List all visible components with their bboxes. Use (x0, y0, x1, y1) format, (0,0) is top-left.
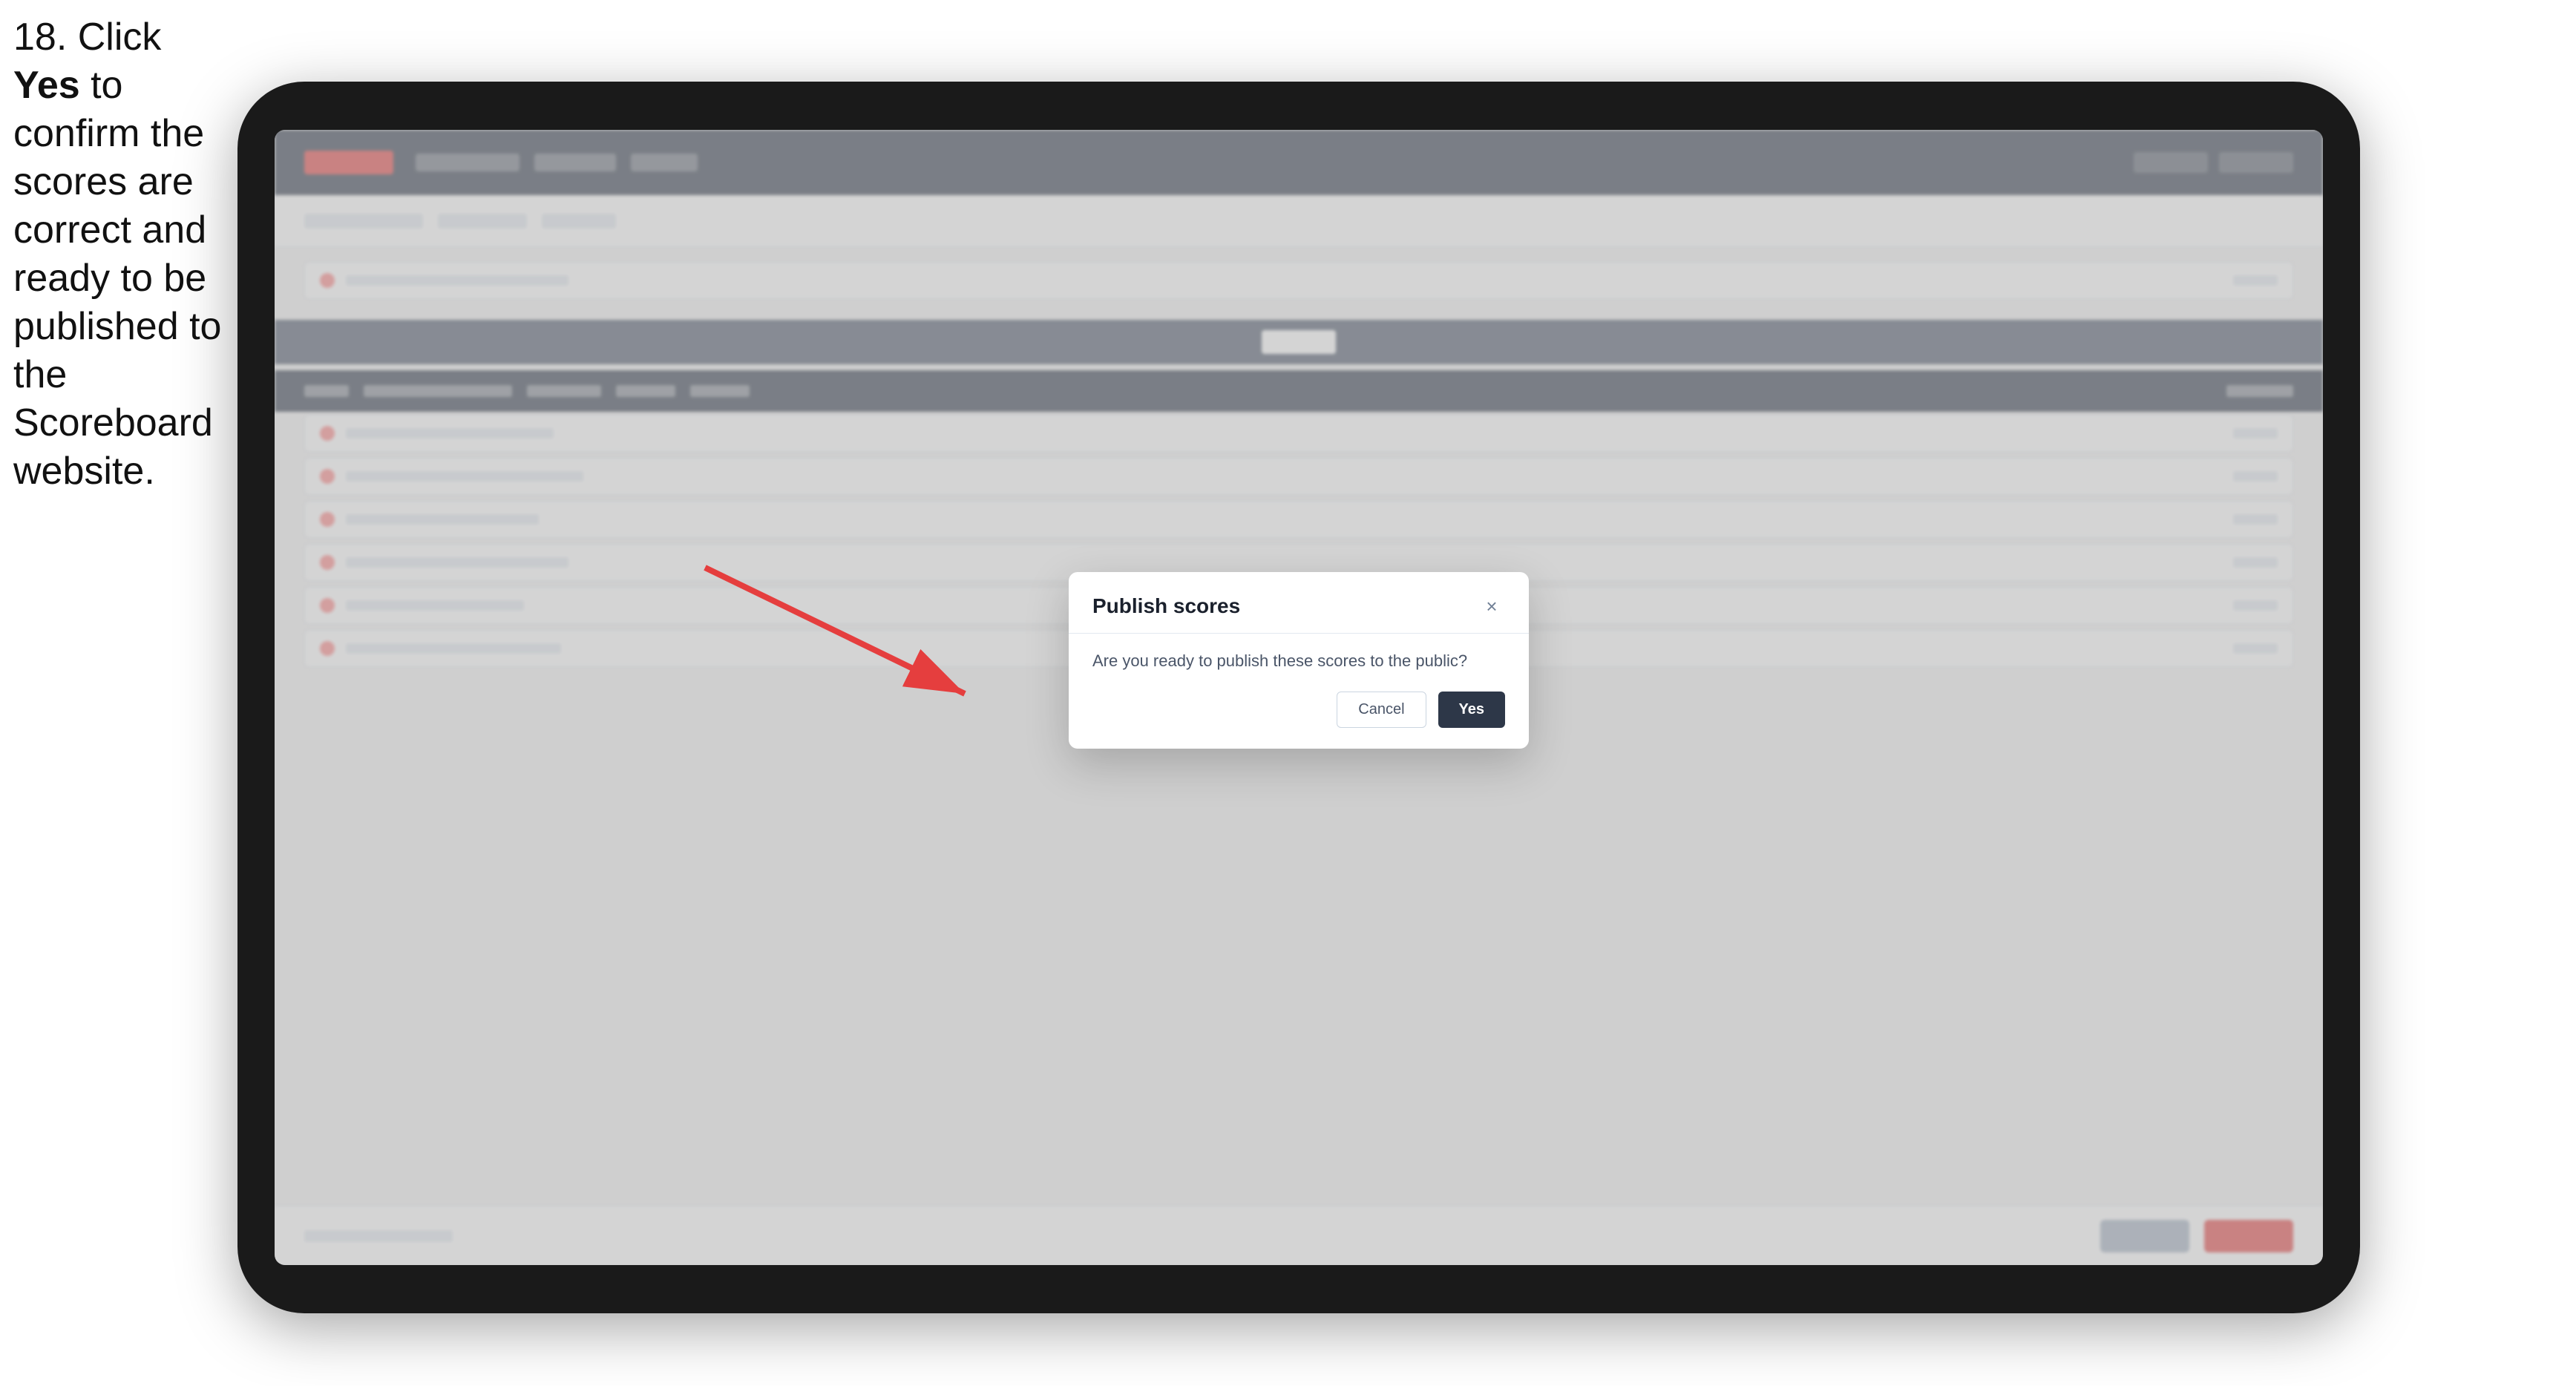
modal-message: Are you ready to publish these scores to… (1092, 651, 1505, 671)
modal-actions: Cancel Yes (1092, 692, 1505, 728)
modal-body: Are you ready to publish these scores to… (1069, 634, 1529, 749)
text-after-bold: to confirm the scores are correct and re… (13, 64, 221, 493)
publish-scores-dialog: Publish scores × Are you ready to publis… (1069, 572, 1529, 749)
yes-button[interactable]: Yes (1438, 692, 1505, 728)
text-before-bold: Click (67, 16, 161, 59)
modal-header: Publish scores × (1069, 572, 1529, 634)
step-number: 18. (13, 16, 67, 59)
modal-close-button[interactable]: × (1478, 593, 1505, 620)
modal-overlay: Publish scores × Are you ready to publis… (275, 130, 2323, 1265)
instruction-text: 18. Click Yes to confirm the scores are … (13, 13, 229, 496)
bold-yes: Yes (13, 64, 80, 107)
tablet-device: Publish scores × Are you ready to publis… (237, 82, 2360, 1313)
tablet-screen: Publish scores × Are you ready to publis… (275, 130, 2323, 1265)
modal-title: Publish scores (1092, 594, 1240, 618)
cancel-button[interactable]: Cancel (1337, 692, 1426, 728)
